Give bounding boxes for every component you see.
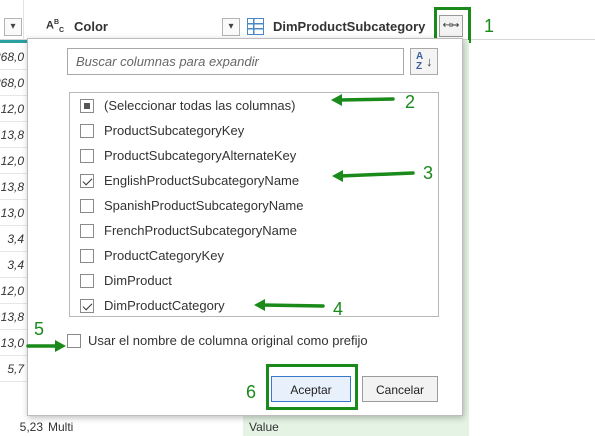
- arrow-2: [337, 97, 395, 102]
- arrow-4: [260, 303, 325, 308]
- arrow-3-head: [332, 170, 343, 182]
- arrow-3: [338, 171, 415, 178]
- arrow-2-head: [331, 94, 342, 106]
- arrow-5-head: [55, 340, 66, 352]
- annotation-arrows: [26, 94, 415, 352]
- arrow-4-head: [254, 299, 265, 311]
